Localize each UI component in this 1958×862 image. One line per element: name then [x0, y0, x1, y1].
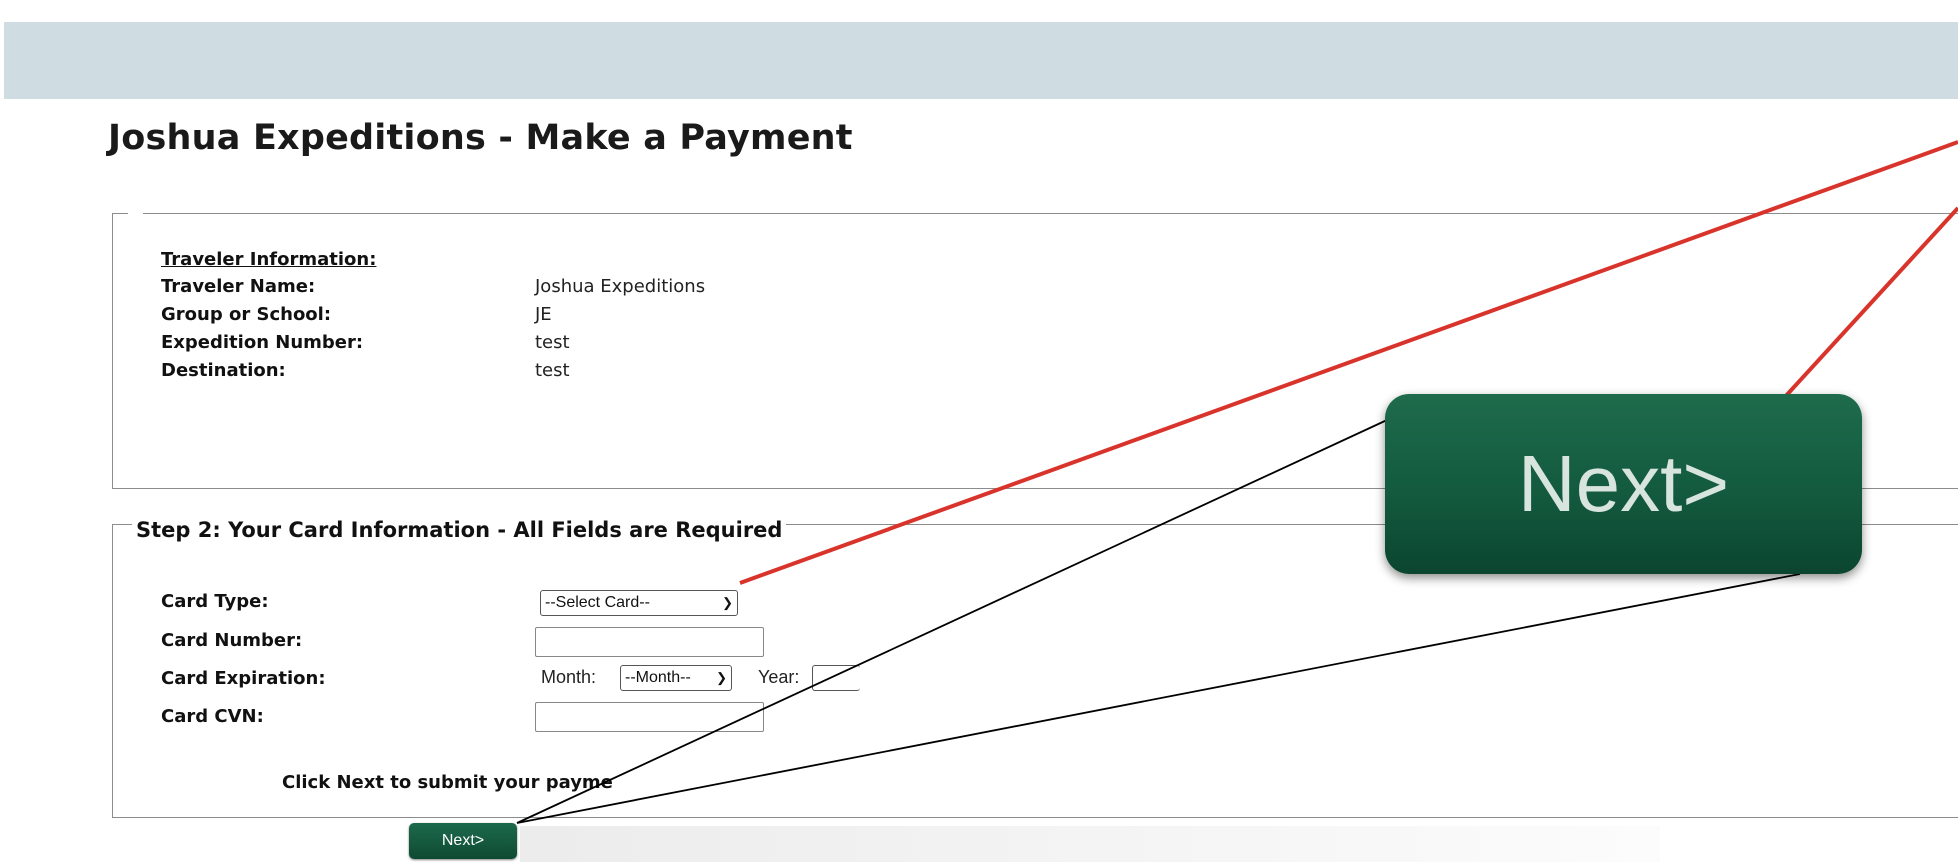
next-button-zoom: Next>	[1385, 394, 1862, 574]
zoom-line-top	[516, 419, 1388, 824]
zoom-line-bottom	[516, 573, 1801, 824]
